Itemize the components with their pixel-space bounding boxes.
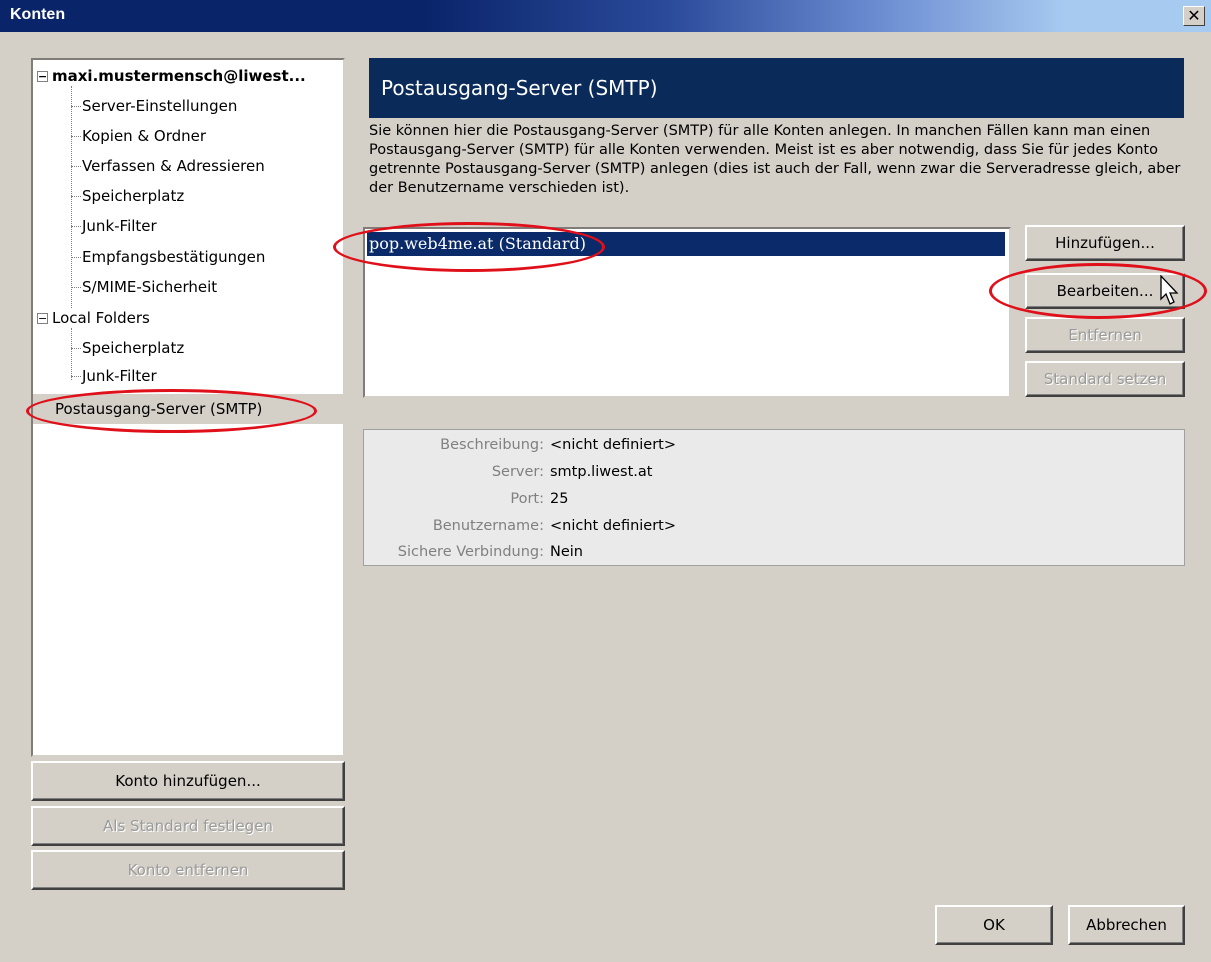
close-button[interactable]: ✕ bbox=[1183, 6, 1205, 26]
tree-connector bbox=[71, 226, 81, 227]
button-label: Konto hinzufügen... bbox=[115, 772, 261, 790]
window-title: Konten bbox=[10, 6, 66, 23]
tree-connector bbox=[71, 376, 81, 377]
tree-item-local-disk-space[interactable]: Speicherplatz bbox=[71, 334, 184, 362]
tree-item-label: Empfangsbestätigungen bbox=[82, 248, 266, 266]
mouse-cursor-icon bbox=[1160, 275, 1179, 305]
tree-connector bbox=[71, 166, 81, 167]
tree-item-junk-filter[interactable]: Junk-Filter bbox=[71, 212, 157, 240]
tree-connector bbox=[71, 136, 81, 137]
tree-item-smime[interactable]: S/MIME-Sicherheit bbox=[71, 273, 217, 301]
tree-account-node[interactable]: − maxi.mustermensch@liwest... bbox=[37, 62, 306, 90]
tree-item-label: Postausgang-Server (SMTP) bbox=[55, 400, 263, 418]
button-label: Konto entfernen bbox=[127, 861, 249, 879]
set-default-smtp-button[interactable]: Standard setzen bbox=[1025, 361, 1185, 397]
smtp-details: Beschreibung: <nicht definiert> Server: sm… bbox=[363, 429, 1185, 566]
detail-row: Port: 25 bbox=[364, 486, 1184, 513]
button-label: OK bbox=[983, 916, 1005, 934]
collapse-icon[interactable]: − bbox=[37, 313, 48, 324]
button-label: Standard setzen bbox=[1043, 370, 1167, 388]
detail-label: Benutzername: bbox=[432, 518, 544, 534]
detail-value: 25 bbox=[550, 491, 569, 507]
smtp-server-item[interactable]: pop.web4me.at (Standard) bbox=[367, 232, 1005, 256]
tree-account-label: maxi.mustermensch@liwest... bbox=[52, 67, 306, 85]
detail-label: Port: bbox=[510, 491, 544, 507]
tree-connector bbox=[71, 257, 81, 258]
panel-description: Sie können hier die Postausgang-Server (… bbox=[369, 123, 1181, 196]
tree-item-label: Speicherplatz bbox=[82, 339, 185, 357]
set-default-account-button[interactable]: Als Standard festlegen bbox=[31, 806, 345, 846]
tree-item-label: Server-Einstellungen bbox=[82, 97, 238, 115]
remove-account-button[interactable]: Konto entfernen bbox=[31, 850, 345, 890]
detail-label: Beschreibung: bbox=[440, 437, 544, 453]
tree-local-folders-node[interactable]: − Local Folders bbox=[37, 304, 150, 332]
cancel-button[interactable]: Abbrechen bbox=[1068, 905, 1185, 945]
tree-item-label: S/MIME-Sicherheit bbox=[82, 278, 218, 296]
page-title: Postausgang-Server (SMTP) bbox=[369, 58, 1184, 118]
tree-item-label: Verfassen & Adressieren bbox=[82, 157, 265, 175]
detail-row: Sichere Verbindung: Nein bbox=[364, 539, 1184, 566]
detail-label: Sichere Verbindung: bbox=[397, 544, 544, 560]
detail-label: Server: bbox=[491, 464, 544, 480]
tree-item-local-junk-filter[interactable]: Junk-Filter bbox=[71, 362, 157, 390]
tree-connector bbox=[71, 196, 81, 197]
collapse-icon[interactable]: − bbox=[37, 71, 48, 82]
smtp-server-list[interactable]: pop.web4me.at (Standard) bbox=[363, 227, 1011, 398]
tree-connector bbox=[71, 287, 81, 288]
add-smtp-button[interactable]: Hinzufügen... bbox=[1025, 225, 1185, 261]
tree-item-receipts[interactable]: Empfangsbestätigungen bbox=[71, 243, 265, 271]
tree-item-composition[interactable]: Verfassen & Adressieren bbox=[71, 152, 265, 180]
tree-item-label: Kopien & Ordner bbox=[82, 127, 207, 145]
tree-connector bbox=[71, 106, 81, 107]
detail-value: smtp.liwest.at bbox=[550, 464, 653, 480]
tree-connector bbox=[71, 348, 81, 349]
add-account-button[interactable]: Konto hinzufügen... bbox=[31, 761, 345, 801]
title-bar: Konten ✕ bbox=[0, 0, 1211, 32]
detail-row: Benutzername: <nicht definiert> bbox=[364, 513, 1184, 540]
detail-value: <nicht definiert> bbox=[550, 437, 677, 453]
detail-value: <nicht definiert> bbox=[550, 518, 677, 534]
detail-row: Server: smtp.liwest.at bbox=[364, 459, 1184, 486]
button-label: Hinzufügen... bbox=[1055, 234, 1155, 252]
ok-button[interactable]: OK bbox=[935, 905, 1053, 945]
button-label: Abbrechen bbox=[1086, 916, 1167, 934]
close-icon: ✕ bbox=[1187, 6, 1201, 25]
tree-item-label: Junk-Filter bbox=[82, 217, 157, 235]
tree-local-folders-label: Local Folders bbox=[52, 309, 150, 327]
tree-item-smtp[interactable]: Postausgang-Server (SMTP) bbox=[33, 394, 343, 424]
tree-item-label: Speicherplatz bbox=[82, 187, 185, 205]
account-tree[interactable]: − maxi.mustermensch@liwest... Server-Eins… bbox=[31, 58, 345, 757]
remove-smtp-button[interactable]: Entfernen bbox=[1025, 317, 1185, 353]
button-label: Entfernen bbox=[1068, 326, 1142, 344]
detail-row: Beschreibung: <nicht definiert> bbox=[364, 432, 1184, 459]
tree-item-copies-folders[interactable]: Kopien & Ordner bbox=[71, 122, 206, 150]
tree-item-server-settings[interactable]: Server-Einstellungen bbox=[71, 92, 237, 120]
detail-value: Nein bbox=[550, 544, 583, 560]
tree-item-disk-space[interactable]: Speicherplatz bbox=[71, 182, 184, 210]
tree-item-label: Junk-Filter bbox=[82, 367, 157, 385]
button-label: Als Standard festlegen bbox=[103, 817, 273, 835]
